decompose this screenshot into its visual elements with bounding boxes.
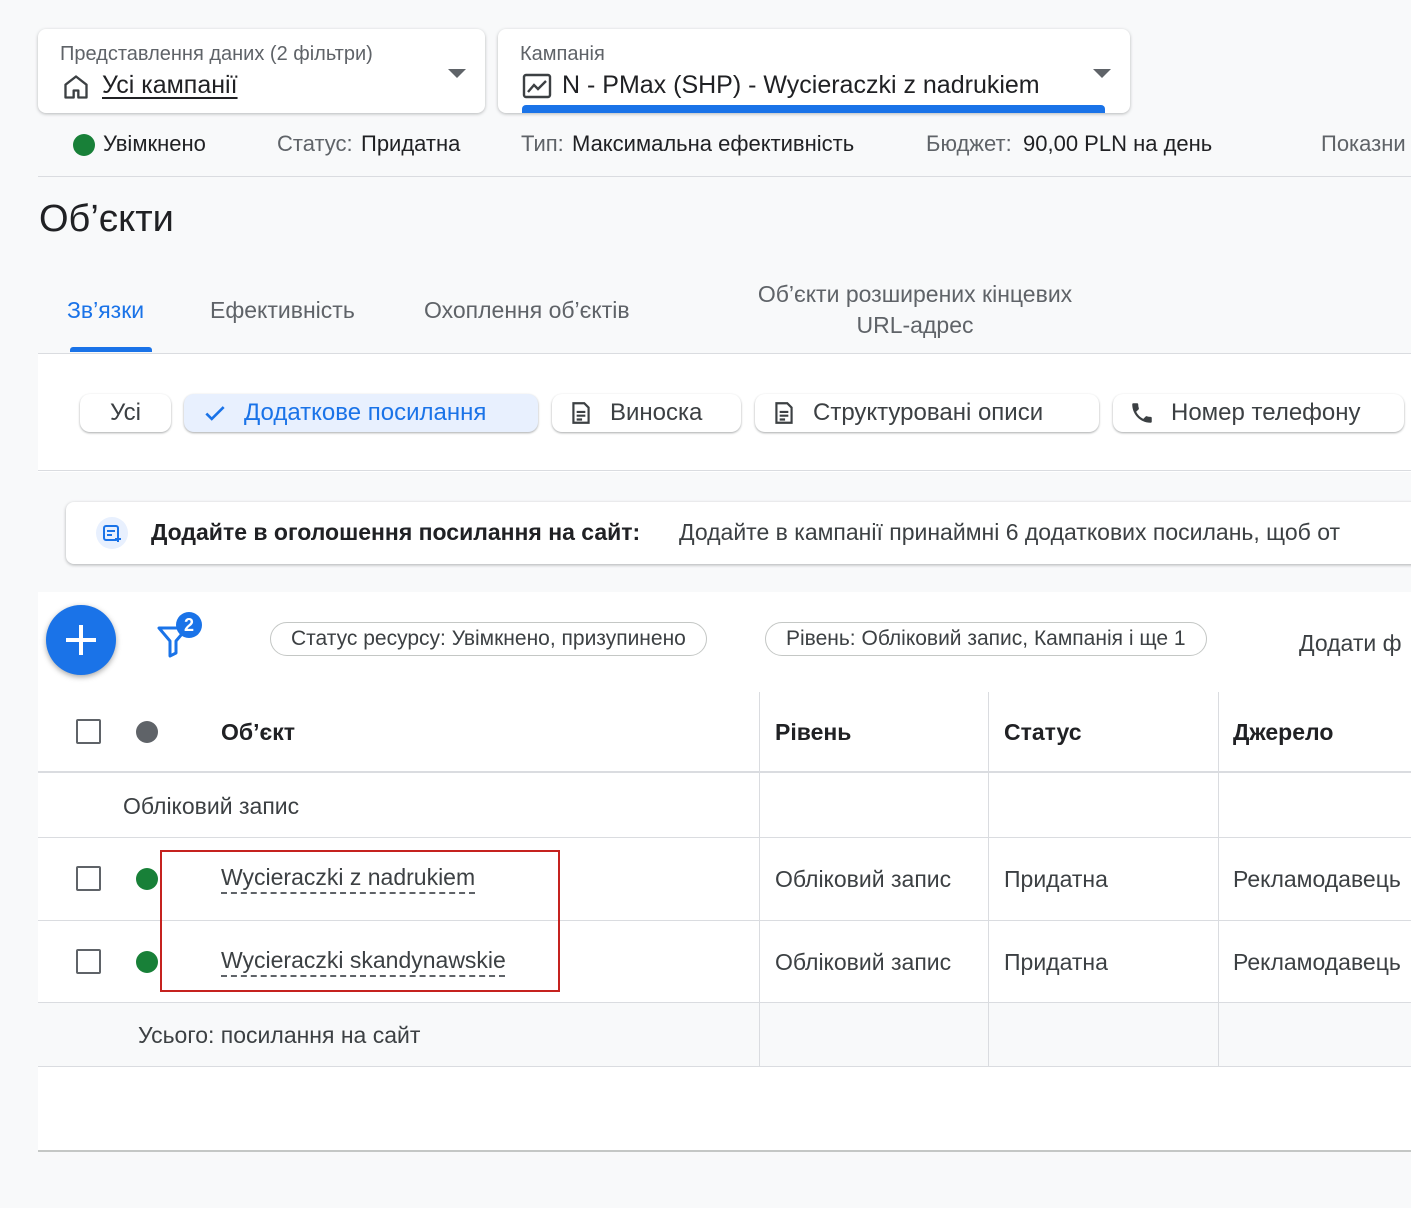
- tab-label-line2: URL-адрес: [856, 312, 974, 338]
- tab-associations[interactable]: Зв’язки: [67, 295, 144, 326]
- column-header-status[interactable]: Статус: [1004, 719, 1082, 746]
- budget-label: Бюджет:: [926, 131, 1012, 156]
- campaign-dropdown[interactable]: Кампанія N - PMax (SHP) - Wycieraczki z …: [498, 29, 1130, 113]
- column-divider: [1218, 692, 1219, 1067]
- source-cell: Рекламодавець: [1233, 866, 1401, 892]
- chip-label: Виноска: [610, 399, 703, 426]
- campaign-status-bar: Увімкнено Статус: Придатна Тип: Максимал…: [0, 131, 1411, 161]
- chip-label: Структуровані описи: [813, 399, 1044, 426]
- phone-icon: [1132, 403, 1152, 423]
- status-value: Придатна: [361, 131, 461, 156]
- page-title: Об’єкти: [39, 198, 174, 240]
- banner-text: Додайте в кампанії принаймні 6 додаткови…: [679, 519, 1341, 545]
- asset-type-chips: Усі Додаткове посилання Виноска Структур…: [38, 353, 1411, 471]
- filter-count-badge: 2: [176, 612, 202, 638]
- total-row: Усього: посилання на сайт: [38, 1003, 1411, 1067]
- column-header-level[interactable]: Рівень: [775, 719, 851, 746]
- chip-structured-snippets[interactable]: Структуровані описи: [755, 394, 1099, 432]
- add-button[interactable]: [46, 605, 116, 675]
- tab-performance[interactable]: Ефективність: [210, 295, 355, 326]
- check-icon: [205, 406, 225, 421]
- pmax-campaign-icon: [522, 73, 552, 99]
- status-column-icon: [136, 721, 158, 743]
- tab-bar: Зв’язки Ефективність Охоплення об’єктів …: [38, 270, 1411, 353]
- column-header-source[interactable]: Джерело: [1233, 719, 1333, 746]
- column-divider: [988, 692, 989, 1067]
- status-label: Статус:: [277, 131, 353, 156]
- banner-title: Додайте в оголошення посилання на сайт:: [151, 519, 641, 545]
- row-checkbox[interactable]: [76, 949, 101, 974]
- select-all-checkbox[interactable]: [76, 719, 101, 744]
- type-value: Максимальна ефективність: [572, 131, 855, 156]
- campaign-value: N - PMax (SHP) - Wycieraczki z nadrukiem: [562, 71, 1040, 99]
- chip-sitelink[interactable]: Додаткове посилання: [184, 394, 538, 432]
- document-icon: [775, 402, 793, 424]
- type-label: Тип:: [521, 131, 564, 156]
- chevron-down-icon[interactable]: [448, 69, 466, 78]
- home-icon: [64, 75, 88, 99]
- enabled-status-dot: [73, 134, 95, 156]
- data-view-label: Представлення даних (2 фільтри): [60, 43, 373, 65]
- total-label: Усього: посилання на сайт: [138, 1022, 421, 1048]
- metrics-label: Показни: [1321, 131, 1406, 156]
- add-filter-button[interactable]: Додати ф: [1299, 630, 1402, 657]
- tab-final-url-expansion[interactable]: Об’єкти розширених кінцевих URL-адрес: [737, 279, 1093, 341]
- plus-icon: [66, 625, 96, 655]
- chip-phone-number[interactable]: Номер телефону: [1113, 394, 1404, 432]
- chip-all[interactable]: Усі: [80, 394, 171, 432]
- panel-bottom-border: [38, 1150, 1411, 1152]
- data-view-dropdown[interactable]: Представлення даних (2 фільтри) Усі камп…: [38, 29, 485, 113]
- column-divider: [759, 692, 760, 1067]
- active-tab-indicator: [70, 347, 152, 352]
- group-label: Обліковий запис: [123, 793, 300, 819]
- tab-asset-coverage[interactable]: Охоплення об’єктів: [424, 295, 630, 326]
- chip-label: Додаткове посилання: [244, 399, 487, 426]
- sitelink-recommendation-banner[interactable]: Додайте в оголошення посилання на сайт: …: [66, 502, 1411, 564]
- status-cell: Придатна: [1004, 949, 1108, 975]
- header-divider: [38, 176, 1411, 177]
- document-icon: [572, 402, 590, 424]
- enabled-status-text[interactable]: Увімкнено: [103, 131, 206, 157]
- row-checkbox[interactable]: [76, 866, 101, 891]
- column-header-asset[interactable]: Об’єкт: [221, 719, 295, 746]
- filter-chip-level[interactable]: Рівень: Обліковий запис, Кампанія і ще 1: [765, 622, 1207, 656]
- table-row: Wycieraczki z nadrukiem Обліковий запис …: [38, 838, 1411, 921]
- enabled-status-dot: [136, 951, 158, 973]
- chevron-down-icon[interactable]: [1093, 69, 1111, 78]
- asset-link[interactable]: Wycieraczki z nadrukiem: [221, 864, 475, 891]
- asset-link[interactable]: Wycieraczki skandynawskie: [221, 947, 506, 974]
- campaign-focus-bar: [522, 105, 1105, 113]
- chip-label: Номер телефону: [1171, 399, 1361, 426]
- campaign-label: Кампанія: [520, 43, 605, 65]
- source-cell: Рекламодавець: [1233, 949, 1401, 975]
- status-cell: Придатна: [1004, 866, 1108, 892]
- filter-chip-asset-status[interactable]: Статус ресурсу: Увімкнено, призупинено: [270, 622, 707, 656]
- group-row-account: Обліковий запис: [38, 773, 1411, 838]
- level-cell: Обліковий запис: [775, 866, 952, 892]
- chip-label: Усі: [110, 399, 141, 426]
- enabled-status-dot: [136, 868, 158, 890]
- tab-label-line1: Об’єкти розширених кінцевих: [757, 281, 1073, 307]
- table-row: Wycieraczki skandynawskie Обліковий запи…: [38, 921, 1411, 1003]
- table-header-row: Об’єкт Рівень Статус Джерело: [38, 692, 1411, 773]
- level-cell: Обліковий запис: [775, 949, 952, 975]
- data-view-value[interactable]: Усі кампанії: [102, 71, 238, 100]
- add-sitelink-icon: [96, 517, 128, 549]
- chip-callout[interactable]: Виноска: [552, 394, 741, 432]
- budget-value[interactable]: 90,00 PLN на день: [1023, 131, 1212, 157]
- filter-button[interactable]: 2: [156, 612, 208, 660]
